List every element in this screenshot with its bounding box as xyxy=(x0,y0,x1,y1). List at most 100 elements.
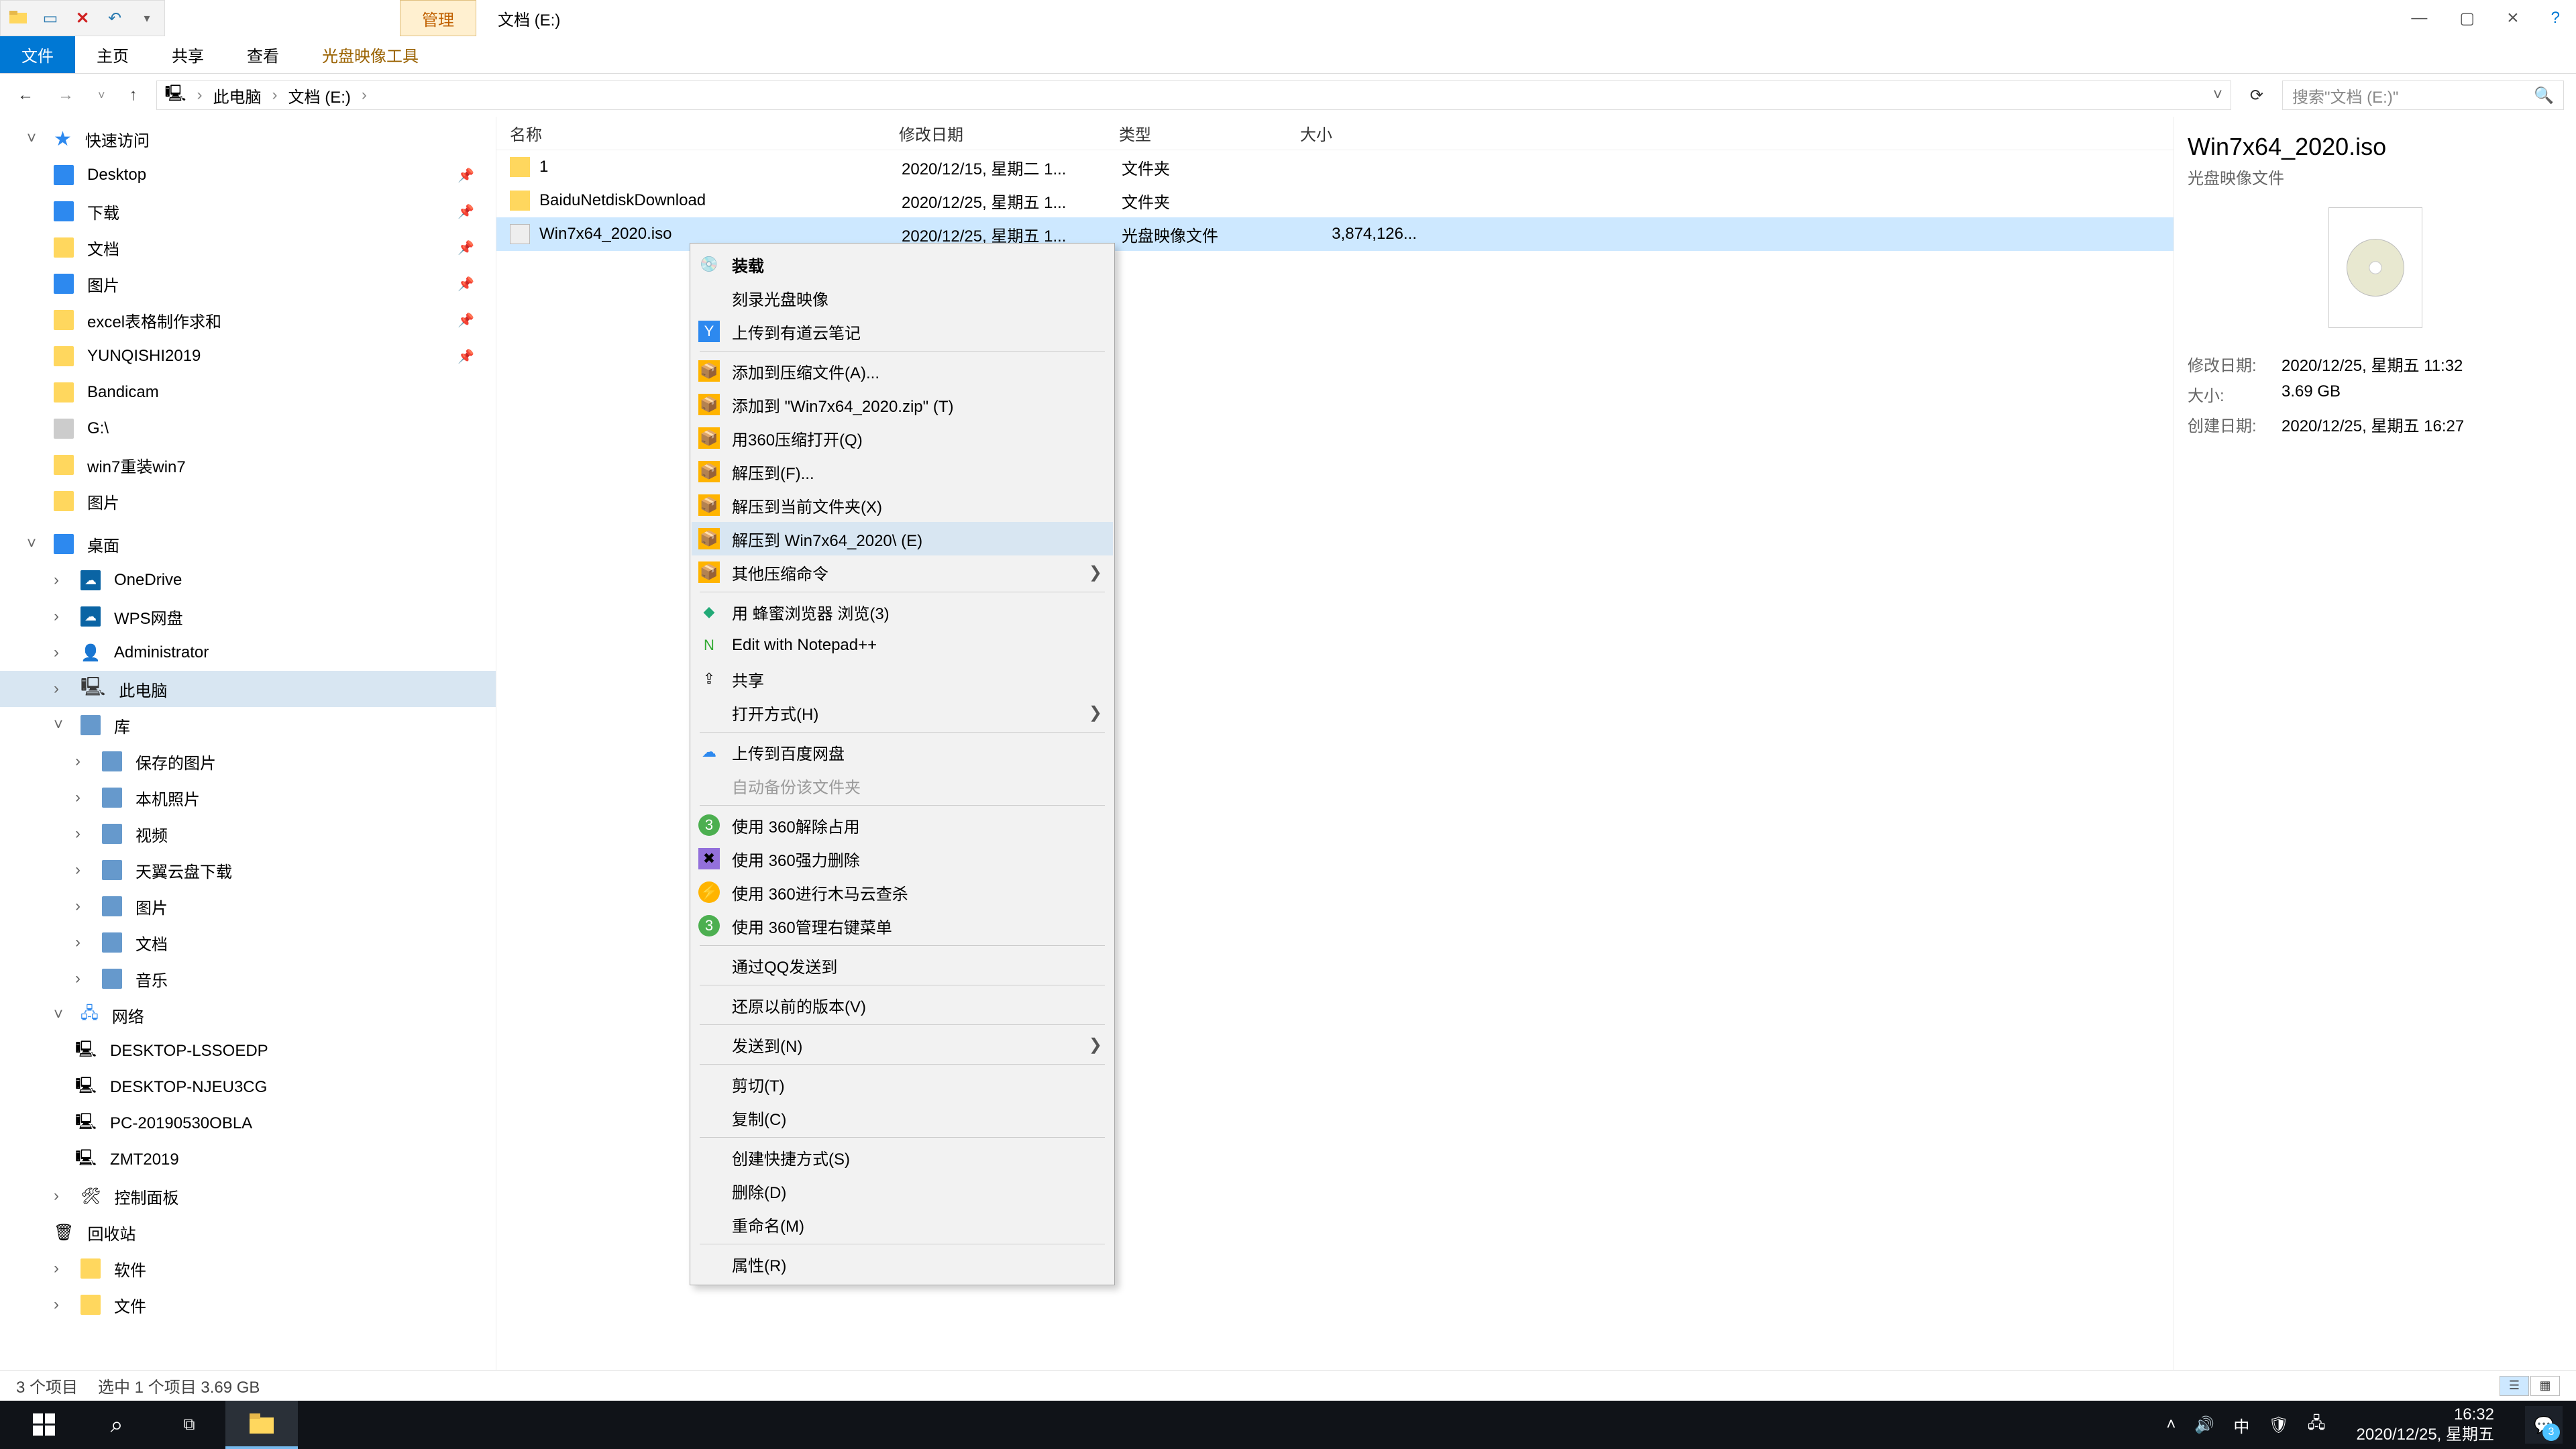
start-button[interactable] xyxy=(8,1401,80,1449)
chevron-right-icon[interactable]: › xyxy=(272,86,278,105)
tree-desktop-root[interactable]: ˅桌面 xyxy=(0,526,496,562)
nav-forward-button[interactable]: → xyxy=(52,86,79,105)
tab-share[interactable]: 共享 xyxy=(150,36,225,73)
menu-add-archive[interactable]: 📦添加到压缩文件(A)... xyxy=(692,354,1113,388)
search-input[interactable]: 搜索"文档 (E:)" 🔍 xyxy=(2282,80,2564,110)
tree-pc2[interactable]: 🖳DESKTOP-NJEU3CG xyxy=(0,1069,496,1106)
menu-rename[interactable]: 重命名(M) xyxy=(692,1208,1113,1241)
tree-camera[interactable]: ›本机照片 xyxy=(0,780,496,816)
tree-pc1[interactable]: 🖳DESKTOP-LSSOEDP xyxy=(0,1033,496,1069)
tree-pc3[interactable]: 🖳PC-20190530OBLA xyxy=(0,1106,496,1142)
menu-notepadpp[interactable]: NEdit with Notepad++ xyxy=(692,629,1113,662)
col-type[interactable]: 类型 xyxy=(1119,121,1300,145)
menu-360-manage[interactable]: 3使用 360管理右键菜单 xyxy=(692,909,1113,943)
action-center-button[interactable]: 💬3 xyxy=(2525,1406,2563,1444)
tree-win7[interactable]: win7重装win7 xyxy=(0,447,496,483)
network-icon[interactable]: 🖧 xyxy=(2308,1411,2326,1439)
nav-back-button[interactable]: ← xyxy=(12,86,39,105)
menu-bee-browser[interactable]: ◆用 蜂蜜浏览器 浏览(3) xyxy=(692,595,1113,629)
taskbar-explorer[interactable] xyxy=(225,1401,298,1449)
tree-pics2[interactable]: 图片 xyxy=(0,483,496,519)
tree-admin[interactable]: ›👤Administrator xyxy=(0,635,496,671)
tree-music[interactable]: ›音乐 xyxy=(0,961,496,997)
view-details-button[interactable]: ☰ xyxy=(2500,1376,2529,1396)
tree-control-panel[interactable]: ›🛠控制面板 xyxy=(0,1178,496,1214)
menu-mount[interactable]: 💿装载 xyxy=(692,248,1113,281)
file-row[interactable]: BaiduNetdiskDownload 2020/12/25, 星期五 1..… xyxy=(496,184,2174,217)
menu-baidu-upload[interactable]: ☁上传到百度网盘 xyxy=(692,735,1113,769)
menu-cut[interactable]: 剪切(T) xyxy=(692,1067,1113,1101)
menu-extract-here[interactable]: 📦解压到当前文件夹(X) xyxy=(692,488,1113,522)
menu-youdao[interactable]: Y上传到有道云笔记 xyxy=(692,315,1113,348)
task-view-button[interactable]: ⧉ xyxy=(153,1401,225,1449)
refresh-button[interactable]: ⟳ xyxy=(2245,86,2269,105)
close-button[interactable]: × xyxy=(2507,7,2519,30)
qat-delete-icon[interactable]: ✕ xyxy=(73,9,92,28)
tree-pictures[interactable]: 图片📌 xyxy=(0,266,496,302)
tab-disc-tools[interactable]: 光盘映像工具 xyxy=(301,36,440,73)
tree-yunqishi[interactable]: YUNQISHI2019📌 xyxy=(0,338,496,374)
tree-network[interactable]: ˅🖧网络 xyxy=(0,997,496,1033)
tree-pics3[interactable]: ›图片 xyxy=(0,888,496,924)
column-headers[interactable]: 名称 修改日期 类型 大小 xyxy=(496,117,2174,150)
help-icon[interactable]: ? xyxy=(2551,9,2560,28)
tree-documents[interactable]: 文档📌 xyxy=(0,229,496,266)
tab-view[interactable]: 查看 xyxy=(225,36,301,73)
menu-restore-version[interactable]: 还原以前的版本(V) xyxy=(692,988,1113,1022)
tree-gdrive[interactable]: G:\ xyxy=(0,411,496,447)
search-icon[interactable]: 🔍 xyxy=(2534,86,2554,105)
tree-onedrive[interactable]: ›☁OneDrive xyxy=(0,562,496,598)
qat-dropdown-icon[interactable]: ▾ xyxy=(138,9,156,28)
col-name[interactable]: 名称 xyxy=(510,121,899,145)
menu-create-shortcut[interactable]: 创建快捷方式(S) xyxy=(692,1140,1113,1174)
col-date[interactable]: 修改日期 xyxy=(899,121,1119,145)
tree-soft[interactable]: ›软件 xyxy=(0,1250,496,1287)
menu-360-unlock[interactable]: 3使用 360解除占用 xyxy=(692,808,1113,842)
search-button[interactable]: ⌕ xyxy=(80,1401,153,1449)
menu-other-compress[interactable]: 📦其他压缩命令❯ xyxy=(692,555,1113,589)
minimize-button[interactable]: — xyxy=(2411,9,2427,28)
tree-video[interactable]: ›视频 xyxy=(0,816,496,852)
qat-properties-icon[interactable]: ▭ xyxy=(41,9,60,28)
menu-360-delete[interactable]: ✖使用 360强力删除 xyxy=(692,842,1113,875)
qat-undo-icon[interactable]: ↶ xyxy=(105,9,124,28)
tree-saved-pics[interactable]: ›保存的图片 xyxy=(0,743,496,780)
menu-extract-folder[interactable]: 📦解压到 Win7x64_2020\ (E) xyxy=(692,522,1113,555)
tree-docs3[interactable]: ›文档 xyxy=(0,924,496,961)
breadcrumb-location[interactable]: 文档 (E:) xyxy=(288,84,351,107)
menu-properties[interactable]: 属性(R) xyxy=(692,1247,1113,1281)
tree-downloads[interactable]: 下载📌 xyxy=(0,193,496,229)
nav-up-button[interactable]: ↑ xyxy=(124,86,143,105)
col-size[interactable]: 大小 xyxy=(1300,121,1428,145)
chevron-right-icon[interactable]: › xyxy=(197,86,203,105)
menu-send-to[interactable]: 发送到(N)❯ xyxy=(692,1028,1113,1061)
tree-excel[interactable]: excel表格制作求和📌 xyxy=(0,302,496,338)
breadcrumb-thispc[interactable]: 此电脑 xyxy=(213,84,262,107)
chevron-right-icon[interactable]: › xyxy=(362,86,367,105)
tree-libraries[interactable]: ˅库 xyxy=(0,707,496,743)
menu-delete[interactable]: 删除(D) xyxy=(692,1174,1113,1208)
view-icons-button[interactable]: ▦ xyxy=(2530,1376,2560,1396)
tree-recycle[interactable]: 🗑回收站 xyxy=(0,1214,496,1250)
nav-recent-dropdown[interactable]: ˅ xyxy=(93,89,111,103)
menu-add-zip[interactable]: 📦添加到 "Win7x64_2020.zip" (T) xyxy=(692,388,1113,421)
menu-qq-send[interactable]: 通过QQ发送到 xyxy=(692,949,1113,982)
taskbar-clock[interactable]: 16:32 2020/12/25, 星期五 xyxy=(2345,1405,2506,1445)
address-dropdown-icon[interactable]: ˅ xyxy=(2213,86,2222,105)
tree-desktop[interactable]: Desktop📌 xyxy=(0,157,496,193)
menu-extract-to[interactable]: 📦解压到(F)... xyxy=(692,455,1113,488)
tree-thispc[interactable]: ›🖳此电脑 xyxy=(0,671,496,707)
tree-tianyi[interactable]: ›天翼云盘下载 xyxy=(0,852,496,888)
maximize-button[interactable]: ▢ xyxy=(2459,9,2475,28)
menu-share[interactable]: ⇪共享 xyxy=(692,662,1113,696)
tab-home[interactable]: 主页 xyxy=(75,36,150,73)
ime-indicator[interactable]: 中 xyxy=(2233,1413,2249,1437)
tray-chevron-up-icon[interactable]: ˄ xyxy=(2166,1415,2176,1434)
menu-open-with[interactable]: 打开方式(H)❯ xyxy=(692,696,1113,729)
menu-burn[interactable]: 刻录光盘映像 xyxy=(692,281,1113,315)
breadcrumb[interactable]: 🖳 › 此电脑 › 文档 (E:) › ˅ xyxy=(156,80,2231,110)
file-row[interactable]: 1 2020/12/15, 星期二 1... 文件夹 xyxy=(496,150,2174,184)
tab-file[interactable]: 文件 xyxy=(0,36,75,73)
tree-wps[interactable]: ›☁WPS网盘 xyxy=(0,598,496,635)
nav-tree[interactable]: ˅★快速访问 Desktop📌 下载📌 文档📌 图片📌 excel表格制作求和📌… xyxy=(0,117,496,1370)
